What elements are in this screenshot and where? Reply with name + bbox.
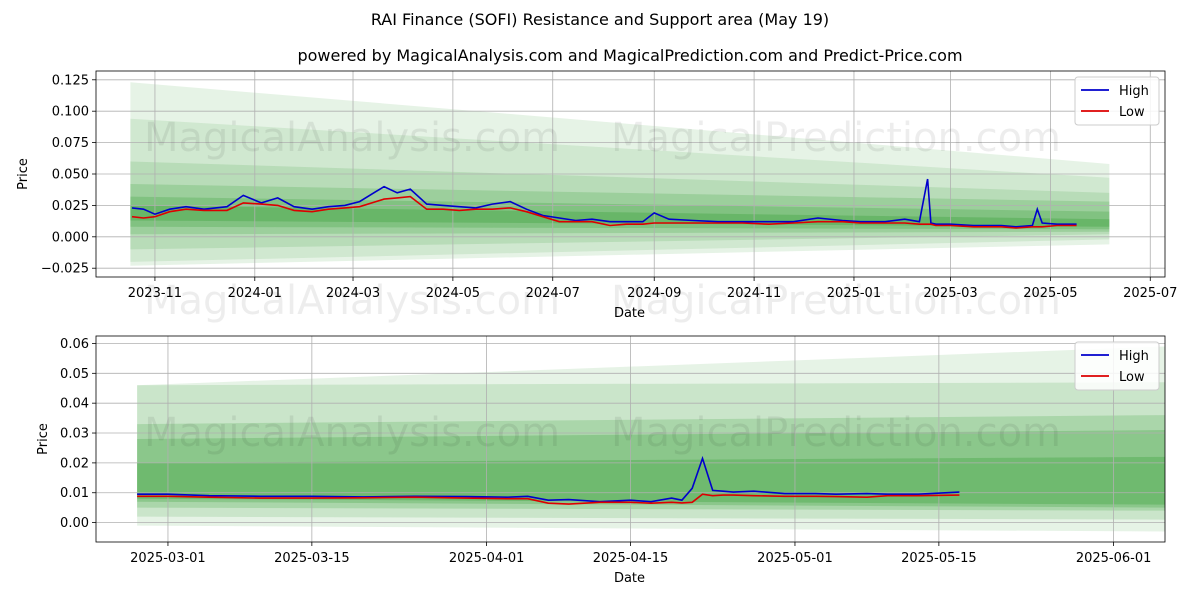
chart-figure: RAI Finance (SOFI) Resistance and Suppor… — [0, 0, 1200, 600]
watermark: MagicalAnalysis.com — [144, 410, 560, 456]
plot-area: MagicalAnalysis.com MagicalPrediction.com — [96, 336, 1165, 542]
y-tick-label: 0.05 — [60, 367, 89, 382]
x-tick-label: 2025-06-01 — [1076, 551, 1152, 566]
legend: High Low — [1074, 76, 1160, 126]
watermark: MagicalPrediction.com — [611, 410, 1061, 456]
x-axis-label: Date — [614, 571, 645, 586]
y-tick-label: 0.00 — [60, 516, 89, 531]
y-tick-label: 0.02 — [60, 456, 89, 471]
plot-area: MagicalAnalysis.com MagicalPrediction.com — [96, 71, 1165, 277]
y-tick-label: 0.04 — [60, 397, 89, 412]
watermark: MagicalAnalysis.com — [144, 278, 560, 324]
y-tick-label: 0.03 — [60, 427, 89, 442]
x-tick-label: 2025-05-15 — [901, 551, 977, 566]
y-tick-label: 0.050 — [52, 168, 89, 183]
y-axis-label: Price — [16, 158, 31, 190]
x-tick-label: 2025-04-15 — [593, 551, 669, 566]
y-tick-label: 0.025 — [52, 199, 89, 214]
legend-label-low: Low — [1119, 370, 1145, 385]
watermark: MagicalPrediction.com — [611, 115, 1061, 161]
y-tick-label: 0.01 — [60, 486, 89, 501]
y-tick-label: 0.06 — [60, 337, 89, 352]
y-axis-label: Price — [36, 423, 51, 455]
figure-title: RAI Finance (SOFI) Resistance and Suppor… — [371, 10, 829, 29]
y-tick-label: 0.125 — [52, 73, 89, 88]
y-tick-label: 0.000 — [52, 230, 89, 245]
x-tick-label: 2025-05-01 — [757, 551, 833, 566]
legend-label-high: High — [1119, 349, 1149, 364]
chart-canvas: RAI Finance (SOFI) Resistance and Suppor… — [16, 10, 1177, 586]
watermark: MagicalPrediction.com — [611, 278, 1061, 324]
x-tick-label: 2025-04-01 — [449, 551, 525, 566]
y-tick-label: −0.025 — [41, 262, 89, 277]
legend-label-high: High — [1119, 84, 1149, 99]
chart-panel-2: MagicalAnalysis.com MagicalPrediction.com… — [36, 335, 1166, 586]
x-tick-label: 2025-03-15 — [274, 551, 350, 566]
legend: High Low — [1074, 341, 1160, 391]
legend-label-low: Low — [1119, 105, 1145, 120]
y-tick-label: 0.100 — [52, 105, 89, 120]
chart-subtitle: powered by MagicalAnalysis.com and Magic… — [297, 46, 962, 65]
y-tick-label: 0.075 — [52, 136, 89, 151]
x-tick-label: 2025-03-01 — [130, 551, 206, 566]
watermark: MagicalAnalysis.com — [144, 115, 560, 161]
x-tick-label: 2025-07 — [1123, 286, 1177, 301]
